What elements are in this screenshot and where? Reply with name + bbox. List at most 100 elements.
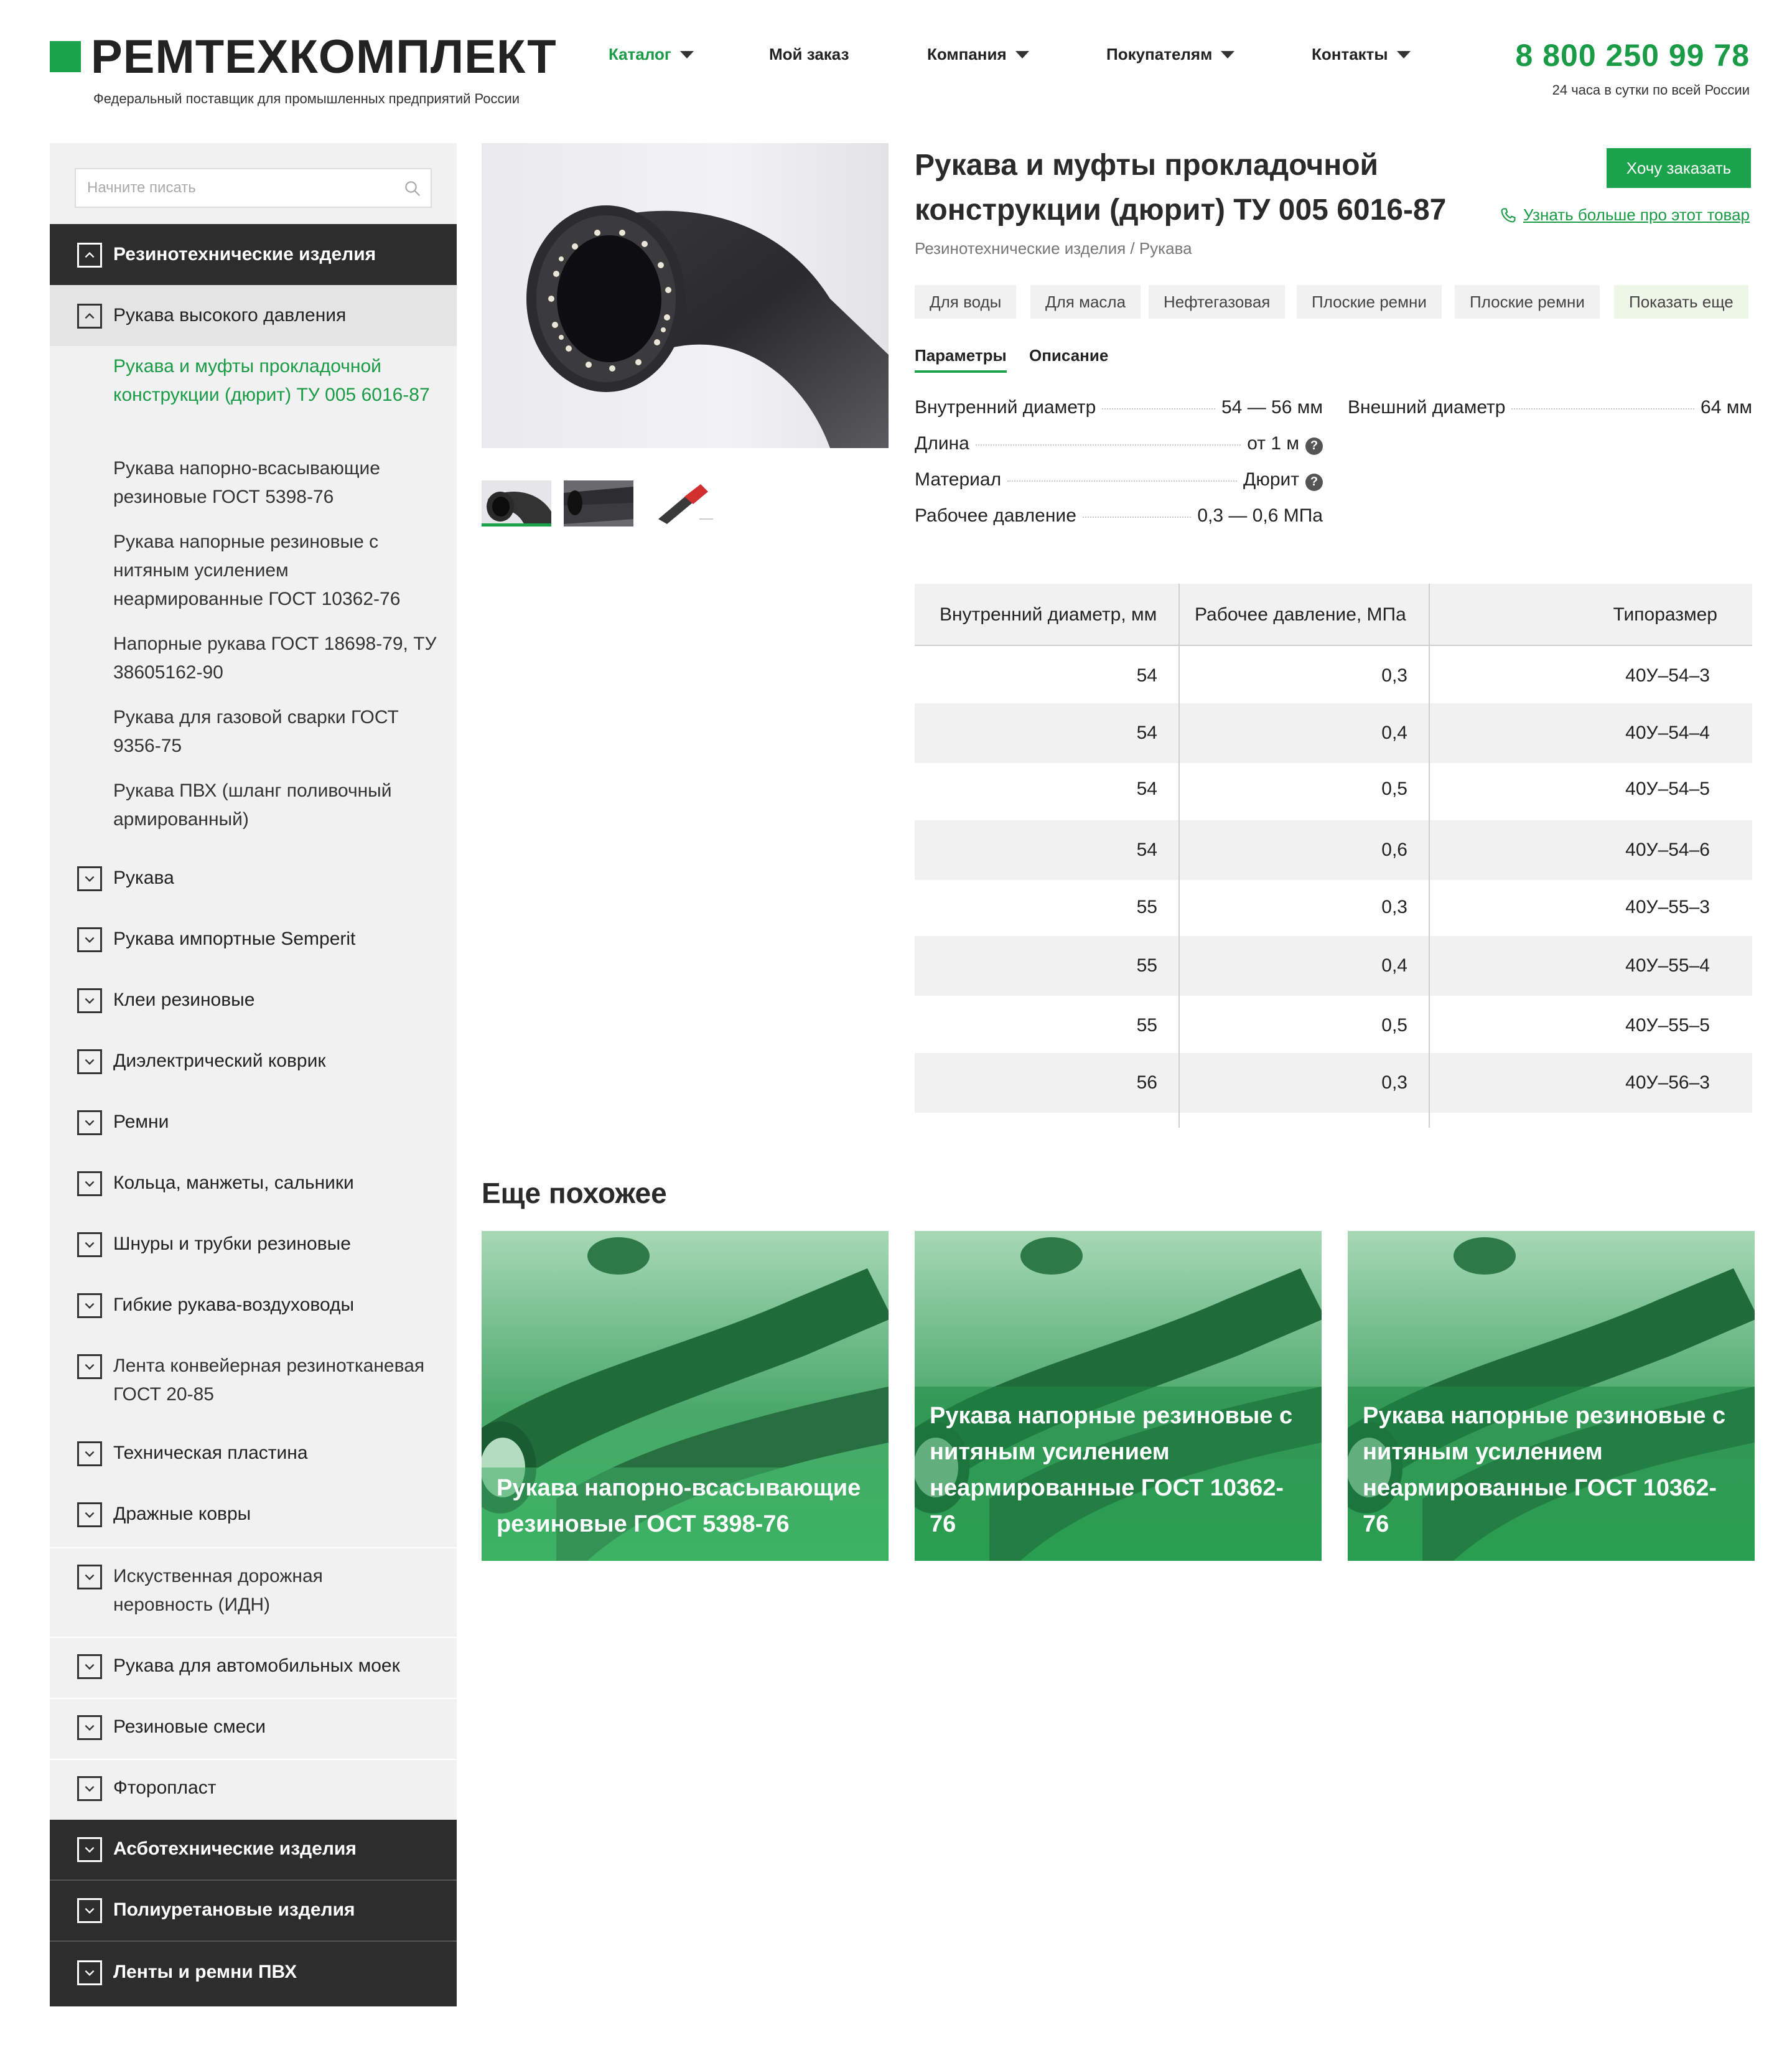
- table-cell: 54: [1136, 723, 1157, 743]
- nav-my-order-label: Мой заказ: [769, 45, 849, 63]
- chevron-down-icon: [77, 1232, 102, 1257]
- page: РЕМТЕХКОМПЛЕКТ Федеральный поставщик для…: [0, 0, 1792, 2050]
- chevron-down-icon: [679, 50, 694, 59]
- tag-show-more[interactable]: Показать еще: [1614, 285, 1748, 319]
- param-value: от 1 м: [1247, 433, 1299, 454]
- chevron-down-icon: [77, 1171, 102, 1196]
- sidebar-subitem-gost-5398[interactable]: Рукава напорно-всасывающие резиновые ГОС…: [113, 454, 437, 512]
- nav-my-order[interactable]: Мой заказ: [769, 45, 849, 64]
- sidebar-item-speed-bump[interactable]: Искуственная дорожная неровность (ИДН): [50, 1548, 457, 1637]
- nav-customers[interactable]: Покупателям: [1106, 45, 1235, 64]
- chevron-down-icon: [77, 1898, 102, 1923]
- chevron-down-icon: [1221, 50, 1235, 59]
- sidebar-item-label: Клеи резиновые: [113, 990, 255, 1010]
- nav-company[interactable]: Компания: [927, 45, 1029, 64]
- sidebar-subitem-gost-10362[interactable]: Рукава напорные резиновые с нитяным усил…: [113, 528, 437, 614]
- logo-text: РЕМТЕХКОМПЛЕКТ: [91, 30, 557, 83]
- thumbnail-2[interactable]: [564, 480, 633, 527]
- table-cell: 55: [1136, 1015, 1157, 1036]
- similar-card-3[interactable]: Рукава напорные резиновые с нитяным усил…: [1348, 1231, 1755, 1561]
- help-icon[interactable]: ?: [1305, 437, 1323, 455]
- sidebar-subitem-gost-18698[interactable]: Напорные рукава ГОСТ 18698-79, ТУ 386051…: [113, 630, 437, 687]
- sidebar-item-fluoroplast[interactable]: Фторопласт: [50, 1760, 457, 1820]
- tag-flat-belts[interactable]: Плоские ремни: [1297, 285, 1442, 319]
- similar-title: Еще похожее: [482, 1177, 667, 1209]
- order-button[interactable]: Хочу заказать: [1607, 148, 1751, 188]
- table-cell: 0,4: [1381, 723, 1407, 743]
- chevron-down-icon: [77, 1049, 102, 1074]
- nav-contacts[interactable]: Контакты: [1312, 45, 1411, 64]
- table-cell: 40У–55–5: [1625, 1015, 1710, 1036]
- sidebar-section-asbestos[interactable]: Асботехнические изделия: [50, 1820, 457, 1879]
- nav-catalog[interactable]: Каталог: [609, 45, 694, 64]
- thumbnail-3[interactable]: [646, 480, 716, 527]
- sidebar-subitem-pvc[interactable]: Рукава ПВХ (шланг поливочный армированны…: [113, 777, 437, 834]
- sidebar-item-cords[interactable]: Шнуры и трубки резиновые: [50, 1215, 457, 1276]
- table-header-cell: Рабочее давление, МПа: [1195, 604, 1406, 625]
- sidebar-subitem-durit[interactable]: Рукава и муфты прокладочной конструкции …: [113, 352, 437, 410]
- sidebar-section-rti[interactable]: Резинотехнические изделия: [50, 224, 457, 285]
- tab-description[interactable]: Описание: [1029, 346, 1108, 370]
- table-cell: 40У–54–6: [1625, 840, 1710, 860]
- chevron-down-icon: [77, 988, 102, 1013]
- sidebar-item-label: Искуственная дорожная неровность (ИДН): [113, 1566, 323, 1615]
- similar-card-2[interactable]: Рукава напорные резиновые с нитяным усил…: [915, 1231, 1322, 1561]
- thumbnail-1[interactable]: [482, 480, 551, 527]
- param-value: 64 мм: [1701, 397, 1752, 418]
- sidebar-item-high-pressure-hoses[interactable]: Рукава высокого давления: [50, 285, 457, 346]
- search-input[interactable]: [76, 169, 431, 207]
- tag-water[interactable]: Для воды: [915, 285, 1017, 319]
- sidebar-item-glues[interactable]: Клеи резиновые: [50, 971, 457, 1032]
- thumb-hose-gray-icon: [564, 480, 633, 527]
- similar-card-1[interactable]: Рукава напорно-всасывающие резиновые ГОС…: [482, 1231, 889, 1561]
- product-main-image[interactable]: [482, 143, 889, 448]
- table-cell: 40У–54–5: [1625, 779, 1710, 799]
- sidebar-item-label: Диэлектрический коврик: [113, 1051, 326, 1071]
- sidebar-item-label: Лента конвейерная резинотканевая ГОСТ 20…: [113, 1355, 425, 1405]
- similar-card-title: Рукава напорные резиновые с нитяным усил…: [1363, 1403, 1726, 1537]
- table-cell: 54: [1136, 840, 1157, 860]
- table-row: 56 0,3 40У–56–3: [915, 1053, 1752, 1113]
- search-icon[interactable]: [403, 179, 422, 198]
- sidebar-subitem-gost-9356[interactable]: Рукава для газовой сварки ГОСТ 9356-75: [113, 703, 437, 761]
- sidebar-item-dredge-carpets[interactable]: Дражные ковры: [50, 1486, 457, 1547]
- table-cell: 0,5: [1381, 779, 1407, 799]
- sidebar-item-semperit[interactable]: Рукава импортные Semperit: [50, 910, 457, 971]
- sidebar-item-car-wash-hoses[interactable]: Рукава для автомобильных моек: [50, 1638, 457, 1698]
- nav-contacts-label: Контакты: [1312, 45, 1388, 63]
- sidebar-item-dielectric-mat[interactable]: Диэлектрический коврик: [50, 1032, 457, 1093]
- phone-note: 24 часа в сутки по всей России: [1552, 82, 1750, 98]
- sidebar-section-pvc-belts[interactable]: Ленты и ремни ПВХ: [50, 1942, 457, 2006]
- phone-number[interactable]: 8 800 250 99 78: [1516, 37, 1750, 73]
- sidebar-item-hoses[interactable]: Рукава: [50, 849, 457, 910]
- tab-parameters[interactable]: Параметры: [915, 346, 1007, 373]
- sidebar-item-tech-plate[interactable]: Техническая пластина: [50, 1425, 457, 1486]
- tag-flat-belts-2[interactable]: Плоские ремни: [1455, 285, 1600, 319]
- table-row: 54 0,6 40У–54–6: [915, 820, 1752, 880]
- help-icon[interactable]: ?: [1305, 473, 1323, 491]
- sidebar-section-label: Ленты и ремни ПВХ: [113, 1962, 297, 1982]
- sidebar-item-belts[interactable]: Ремни: [50, 1093, 457, 1154]
- sidebar-item-label: Рукава для автомобильных моек: [113, 1655, 400, 1676]
- param-dots: [1082, 517, 1192, 518]
- param-dots: [1511, 408, 1695, 410]
- sidebar-item-air-ducts[interactable]: Гибкие рукава-воздуховоды: [50, 1276, 457, 1337]
- table-cell: 40У–55–4: [1625, 955, 1710, 976]
- sidebar-section-polyurethane[interactable]: Полиуретановые изделия: [50, 1881, 457, 1940]
- hose-image: [526, 205, 889, 448]
- table-row: 54 0,5 40У–54–5: [915, 759, 1752, 819]
- sidebar-item-conveyor-belt[interactable]: Лента конвейерная резинотканевая ГОСТ 20…: [50, 1337, 457, 1425]
- sidebar-item-rings[interactable]: Кольца, манжеты, сальники: [50, 1154, 457, 1215]
- learn-more-link[interactable]: Узнать больше про этот товар: [1500, 205, 1750, 225]
- chevron-down-icon: [1015, 50, 1029, 59]
- table-cell: 0,3: [1381, 897, 1407, 917]
- tag-oil[interactable]: Для масла: [1030, 285, 1141, 319]
- table-row: 55 0,4 40У–55–4: [915, 936, 1752, 996]
- sidebar-item-rubber-mixes[interactable]: Резиновые смеси: [50, 1699, 457, 1759]
- table-cell: 40У–55–3: [1625, 897, 1710, 917]
- table-cell: 56: [1136, 1072, 1157, 1093]
- breadcrumb[interactable]: Резинотехнические изделия / Рукава: [915, 239, 1192, 258]
- tag-oil-gas[interactable]: Нефтегазовая: [1149, 285, 1286, 319]
- table-cell: 40У–54–3: [1625, 665, 1710, 686]
- param-name: Материал: [915, 469, 1002, 490]
